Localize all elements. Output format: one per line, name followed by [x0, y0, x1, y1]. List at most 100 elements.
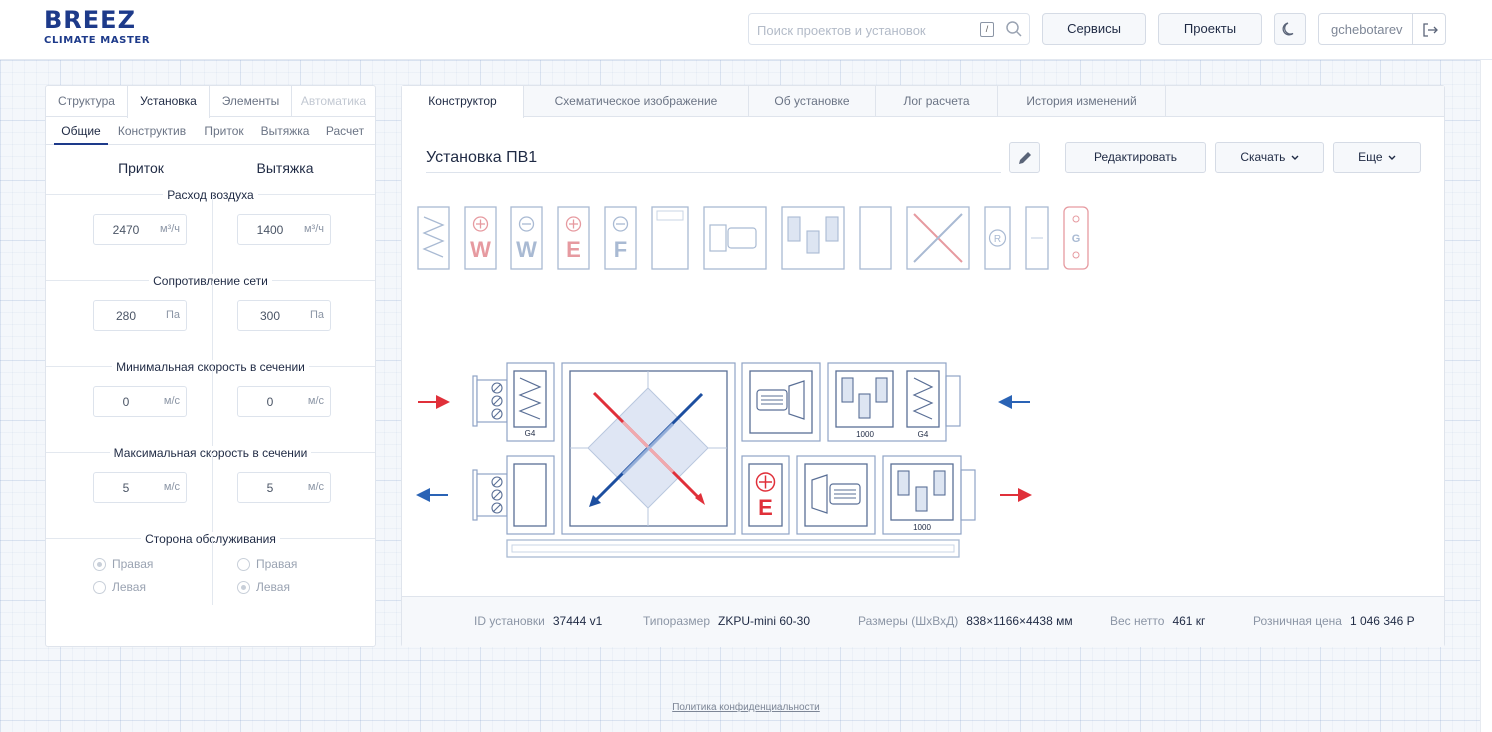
tab-unit[interactable]: Установка [127, 86, 210, 118]
plate-heat-exchanger[interactable] [561, 362, 736, 535]
palette-fan-array-item[interactable] [781, 206, 845, 270]
supply-min-speed-value: 0 [122, 395, 130, 409]
privacy-policy-link[interactable]: Политика конфиденциальности [0, 702, 1492, 713]
speed-unit: м/с [307, 395, 324, 407]
tab-about[interactable]: Об установке [749, 86, 876, 117]
filter-class-label: G4 [918, 430, 929, 439]
column-divider [212, 539, 213, 605]
tab-history[interactable]: История изменений [998, 86, 1166, 117]
search-icon[interactable] [1005, 20, 1023, 38]
subtab-supply[interactable]: Приток [200, 117, 248, 145]
palette-filter-item[interactable] [417, 206, 450, 270]
radio-dot [237, 558, 250, 571]
unit-price-info: Розничная цена 1 046 346 Р [1253, 614, 1415, 628]
services-button[interactable]: Сервисы [1042, 13, 1146, 45]
user-menu[interactable]: gchebotarev [1318, 13, 1446, 45]
palette-letter: G [1072, 233, 1081, 245]
more-label: Еще [1358, 150, 1383, 164]
filter-class-label: G4 [525, 429, 536, 438]
unit-dimensions-info: Размеры (ШхВхД) 838×1166×4438 мм [858, 614, 1073, 628]
resistance-unit: Па [309, 309, 324, 321]
pencil-icon [1019, 152, 1031, 164]
component-palette: W W E F R G [417, 206, 1089, 270]
subtab-construction[interactable]: Конструктив [114, 117, 190, 145]
palette-freon-cooler-item[interactable]: F [604, 206, 637, 270]
shortcut-hint: / [980, 22, 994, 37]
speed-unit: м/с [307, 481, 324, 493]
exhaust-empty-section[interactable] [506, 455, 555, 535]
speed-unit: м/с [163, 395, 180, 407]
fan-size-label: 1000 [856, 430, 874, 439]
more-button[interactable]: Еще [1333, 142, 1421, 173]
radio-dot [93, 581, 106, 594]
exhaust-airflow-field[interactable]: 1400 м³/ч [237, 214, 331, 245]
tab-constructor[interactable]: Конструктор [402, 86, 524, 118]
tab-structure[interactable]: Структура [46, 86, 127, 117]
supply-fan-section[interactable] [741, 362, 821, 442]
username: gchebotarev [1331, 22, 1403, 37]
palette-water-heater-item[interactable]: W [464, 206, 497, 270]
palette-rotor-item[interactable]: R [984, 206, 1011, 270]
tab-automation[interactable]: Автоматика [291, 86, 375, 117]
unit-weight-info: Вес нетто 461 кг [1110, 614, 1206, 628]
radio-dot [237, 581, 250, 594]
edit-button[interactable]: Редактировать [1065, 142, 1206, 173]
supply-fan-array-section[interactable]: 1000 [882, 455, 976, 535]
supply-airflow-value: 2470 [112, 223, 140, 237]
exhaust-fan-section[interactable] [796, 455, 876, 535]
section-title-max-speed: Максимальная скорость в сечении [46, 446, 375, 460]
palette-damper-item[interactable] [1025, 206, 1049, 270]
unit-name-field[interactable]: Установка ПВ1 [426, 145, 1001, 173]
supply-max-speed-field[interactable]: 5 м/с [93, 472, 187, 503]
palette-letter: E [566, 237, 581, 262]
breez-logo[interactable]: BREEZ CLIMATE MASTER [44, 8, 156, 50]
supply-filter-section[interactable]: G4 [506, 362, 555, 442]
search-box[interactable]: / [748, 13, 1030, 45]
section-title-service-side: Сторона обслуживания [46, 532, 375, 546]
airflow-unit: м³/ч [303, 223, 324, 235]
supply-min-speed-field[interactable]: 0 м/с [93, 386, 187, 417]
subtab-exhaust[interactable]: Вытяжка [257, 117, 313, 145]
palette-water-cooler-item[interactable]: W [510, 206, 543, 270]
constructor-panel: Конструктор Схематическое изображение Об… [401, 85, 1445, 647]
subtab-general[interactable]: Общие [54, 117, 108, 145]
exhaust-resistance-field[interactable]: 300 Па [237, 300, 331, 331]
section-title-resistance: Сопротивление сети [46, 274, 375, 288]
download-button[interactable]: Скачать [1215, 142, 1324, 173]
projects-button[interactable]: Проекты [1158, 13, 1262, 45]
exhaust-min-speed-field[interactable]: 0 м/с [237, 386, 331, 417]
rename-button[interactable] [1009, 142, 1040, 173]
tab-schematic[interactable]: Схематическое изображение [524, 86, 749, 117]
tab-calc-log[interactable]: Лог расчета [876, 86, 998, 117]
search-input[interactable] [757, 20, 972, 40]
settings-panel: Структура Установка Элементы Автоматика … [45, 85, 376, 647]
palette-silencer-item[interactable] [651, 206, 689, 270]
palette-recuperator-item[interactable] [906, 206, 970, 270]
supply-inlet-damper[interactable] [472, 375, 508, 427]
theme-toggle-button[interactable] [1274, 13, 1306, 45]
unit-frame-base [506, 539, 960, 558]
section-title-min-speed: Минимальная скорость в сечении [46, 360, 375, 374]
subtab-calculation[interactable]: Расчет [322, 117, 368, 145]
logout-icon[interactable] [1421, 21, 1439, 39]
unit-schematic[interactable]: G4 1000 G4 E 1000 [416, 358, 1046, 563]
palette-fan-item[interactable] [703, 206, 767, 270]
exhaust-outlet-damper[interactable] [472, 469, 508, 521]
exhaust-max-speed-field[interactable]: 5 м/с [237, 472, 331, 503]
exhaust-airflow-value: 1400 [256, 223, 284, 237]
column-divider [212, 367, 213, 453]
unit-size-info: Типоразмер ZKPU-mini 60-30 [643, 614, 811, 628]
palette-letter: F [614, 237, 627, 262]
supply-resistance-field[interactable]: 280 Па [93, 300, 187, 331]
supply-airflow-field[interactable]: 2470 м³/ч [93, 214, 187, 245]
palette-gas-heater-item[interactable]: G [1063, 206, 1089, 270]
tab-elements[interactable]: Элементы [210, 86, 291, 117]
electric-heater-section[interactable]: E [741, 455, 790, 535]
exhaust-fan-array-section[interactable]: 1000 G4 [827, 362, 961, 442]
speed-unit: м/с [163, 481, 180, 493]
palette-empty-section-item[interactable] [859, 206, 892, 270]
palette-electric-heater-item[interactable]: E [557, 206, 590, 270]
exhaust-min-speed-value: 0 [266, 395, 274, 409]
page-scrollbar[interactable] [1480, 60, 1492, 732]
user-divider [1412, 14, 1413, 44]
